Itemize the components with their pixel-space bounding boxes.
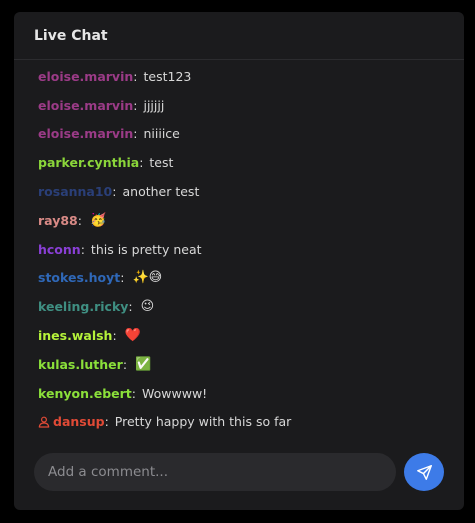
chat-message: kenyon.ebert: Wowwww! <box>38 379 454 408</box>
message-author[interactable]: rosanna10 <box>38 184 112 199</box>
author-separator: : <box>131 385 136 401</box>
message-text: another test <box>122 184 200 200</box>
chat-message: kulas.luther: ✅ <box>38 350 454 379</box>
author-separator: : <box>128 299 133 315</box>
chat-message: hconn: this is pretty neat <box>38 235 454 264</box>
message-author[interactable]: keeling.ricky <box>38 299 128 314</box>
message-text: this is pretty neat <box>90 241 202 257</box>
message-author[interactable]: eloise.marvin <box>38 126 133 141</box>
message-text: test123 <box>143 68 192 84</box>
message-author[interactable]: parker.cynthia <box>38 155 139 170</box>
chat-message: keeling.ricky: 😉 <box>38 292 454 321</box>
author-separator: : <box>133 68 138 84</box>
chat-message: eloise.marvin: niiiice <box>38 120 454 149</box>
message-text: 🥳 <box>89 212 107 228</box>
comment-input[interactable] <box>34 453 396 491</box>
message-author[interactable]: ray88 <box>38 213 78 228</box>
message-text: test <box>149 155 174 171</box>
chat-message: stokes.hoyt: ✨😅 <box>38 264 454 293</box>
author-separator: : <box>133 126 138 142</box>
author-separator: : <box>104 414 109 430</box>
chat-message: dansup: Pretty happy with this so far <box>38 408 454 437</box>
message-text: ❤️ <box>124 328 141 344</box>
message-author[interactable]: kulas.luther <box>38 357 123 372</box>
message-list[interactable]: eloise.marvin: test123 eloise.marvin: jjjj… <box>38 62 454 436</box>
author-separator: : <box>133 97 138 113</box>
chat-title: Live Chat <box>34 27 108 44</box>
message-text: niiiice <box>143 126 180 142</box>
chat-message: rosanna10: another test <box>38 177 454 206</box>
author-separator: : <box>139 155 144 171</box>
author-separator: : <box>80 241 85 257</box>
author-separator: : <box>77 212 82 228</box>
message-author[interactable]: kenyon.ebert <box>38 386 132 401</box>
chat-message: eloise.marvin: jjjjjj <box>38 91 454 120</box>
message-text: jjjjjj <box>143 97 165 113</box>
chat-header: Live Chat <box>14 12 464 60</box>
author-separator: : <box>112 184 117 200</box>
message-author[interactable]: stokes.hoyt <box>38 270 120 285</box>
message-text: Wowwww! <box>142 385 208 401</box>
message-author[interactable]: eloise.marvin <box>38 69 133 84</box>
send-icon <box>416 464 433 481</box>
chat-message: ines.walsh: ❤️ <box>38 321 454 350</box>
comment-composer <box>34 452 452 492</box>
chat-message: parker.cynthia: test <box>38 148 454 177</box>
message-text: ✨😅 <box>132 270 163 286</box>
author-separator: : <box>120 270 125 286</box>
user-icon <box>38 416 50 428</box>
message-author[interactable]: eloise.marvin <box>38 98 133 113</box>
chat-message: eloise.marvin: test123 <box>38 62 454 91</box>
message-author[interactable]: dansup <box>53 414 105 429</box>
author-separator: : <box>122 356 128 372</box>
live-chat-panel: Live Chat eloise.marvin: test123 eloise.m… <box>14 12 464 510</box>
message-text: Pretty happy with this so far <box>114 414 292 430</box>
message-author[interactable]: ines.walsh <box>38 328 112 343</box>
author-separator: : <box>112 328 117 344</box>
message-text: ✅ <box>135 356 152 372</box>
message-text: 😉 <box>140 299 155 315</box>
send-button[interactable] <box>404 453 444 491</box>
message-author[interactable]: hconn <box>38 242 81 257</box>
chat-message: ray88: 🥳 <box>38 206 454 235</box>
